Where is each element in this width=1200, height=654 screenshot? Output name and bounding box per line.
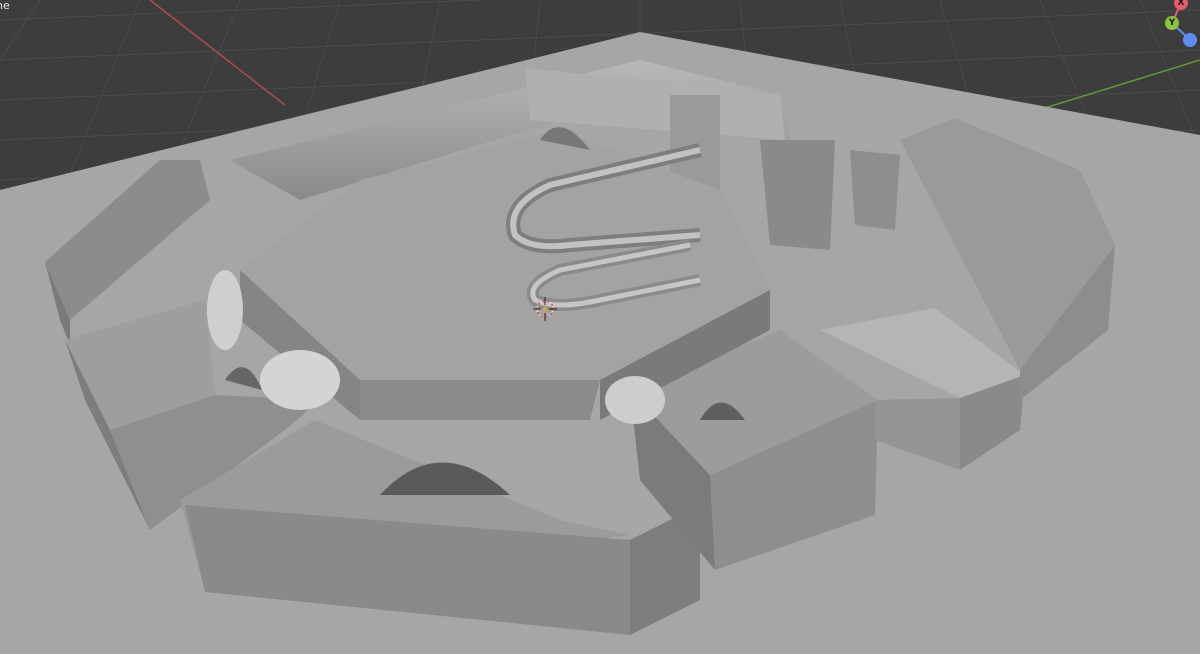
3d-viewport[interactable]: ne X Y (0, 0, 1200, 654)
gizmo-y-axis[interactable]: Y (1165, 16, 1179, 30)
navigation-gizmo[interactable]: X Y (1140, 0, 1200, 60)
viewport-mode-label: ne (0, 0, 10, 12)
gizmo-z-axis[interactable] (1183, 33, 1197, 47)
scene-canvas[interactable] (0, 0, 1200, 654)
gizmo-axes-icon (1171, 2, 1191, 41)
